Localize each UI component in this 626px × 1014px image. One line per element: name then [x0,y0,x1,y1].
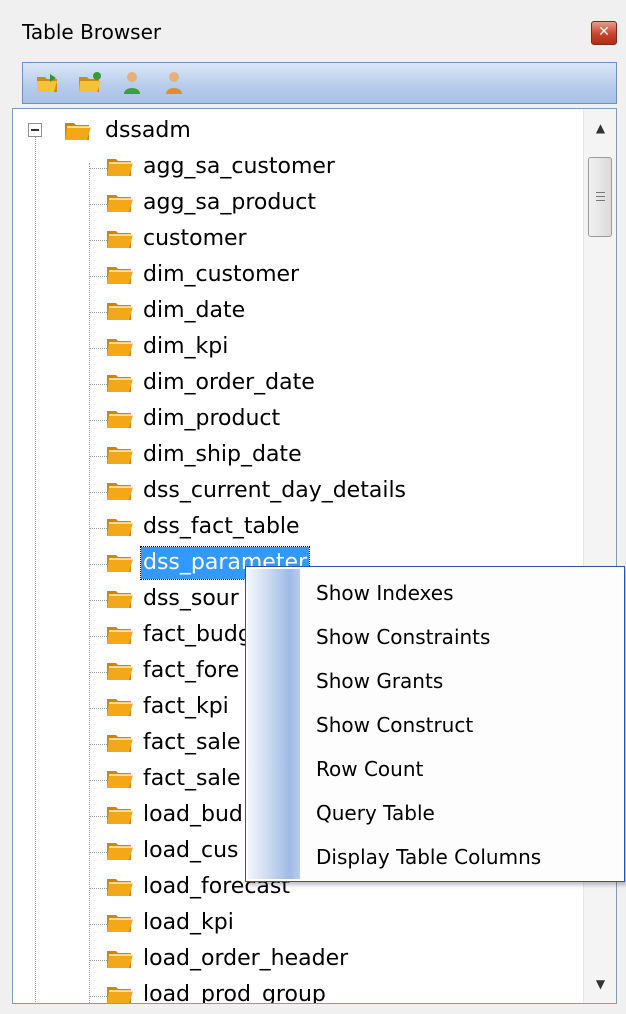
tree-item-label: dss_fact_table [143,514,300,539]
folder-icon [105,981,135,1003]
tree-item-label: dim_kpi [143,334,229,359]
tree-item-label: dss_current_day_details [143,478,407,503]
folder-icon [105,693,135,719]
tree-item[interactable]: load_order_header [89,943,589,977]
folder-icon [105,405,135,431]
collapse-icon[interactable] [28,123,42,137]
tree-item-label: dss_sour [143,586,239,611]
tree-item-label: load_order_header [143,946,349,971]
folder-icon [105,189,135,215]
tree-item-label: dim_customer [143,262,300,287]
scrollbar-thumb[interactable] [588,157,612,237]
folder-open-icon [63,117,93,143]
menu-item[interactable]: Row Count [316,749,423,789]
folder-icon [105,945,135,971]
menu-item[interactable]: Display Table Columns [316,837,541,877]
tree-item[interactable]: load_kpi [89,907,589,941]
folder-icon[interactable] [77,70,103,96]
tree-item[interactable]: dim_order_date [89,367,589,401]
tree-item[interactable]: dss_current_day_details [89,475,589,509]
tree-item-label: load_prod_group [143,982,326,1004]
folder-icon [105,261,135,287]
tree-item[interactable]: dim_kpi [89,331,589,365]
tree-item-label: load_bud [143,802,243,827]
folder-icon [105,729,135,755]
tree-item-label: load_cus [143,838,239,863]
folder-icon [105,621,135,647]
scroll-up-icon[interactable]: ▲ [584,113,616,143]
tree-item-label: fact_budg [143,622,252,647]
tree-item-label: customer [143,226,247,251]
menu-item[interactable]: Show Constraints [316,617,490,657]
folder-icon [105,513,135,539]
tree-item[interactable]: dim_customer [89,259,589,293]
tree-item-label: agg_sa_product [143,190,316,215]
tree-item-label: dim_date [143,298,246,323]
window-title: Table Browser [22,20,162,44]
close-icon: ✕ [598,24,610,40]
folder-icon [105,441,135,467]
menu-item[interactable]: Show Construct [316,705,473,745]
tree-item-label: fact_fore [143,658,240,683]
tree-item-label: dim_ship_date [143,442,302,467]
folder-icon [105,369,135,395]
folder-icon [105,549,135,575]
scroll-down-icon[interactable]: ▼ [584,969,616,999]
menu-item[interactable]: Query Table [316,793,435,833]
folder-icon [105,477,135,503]
folder-icon [105,909,135,935]
folder-icon [105,873,135,899]
tree-item-label: dim_order_date [143,370,315,395]
tree-item-label: load_kpi [143,910,234,935]
tree-item-label: fact_sale [143,766,241,791]
folder-icon [105,657,135,683]
menu-icon-strip [248,569,300,879]
table-browser-window: Table Browser ✕ dssadm agg_sa_customerag… [0,0,626,1014]
tree-item[interactable]: dss_fact_table [89,511,589,545]
tree-item[interactable]: customer [89,223,589,257]
tree-item-label: fact_kpi [143,694,229,719]
tree-root-row[interactable]: dssadm [23,115,423,149]
tree-item[interactable]: dim_ship_date [89,439,589,473]
folder-icon [105,801,135,827]
folder-icon [105,225,135,251]
folder-icon [105,153,135,179]
context-menu: Show Indexes Show Constraints Show Grants S… [245,566,625,882]
tree-item[interactable]: agg_sa_product [89,187,589,221]
tree-item[interactable]: load_prod_group [89,979,589,1004]
toolbar [22,62,617,104]
tree-item[interactable]: dim_product [89,403,589,437]
open-folder-icon[interactable] [35,70,61,96]
tree-item-label: agg_sa_customer [143,154,335,179]
menu-item[interactable]: Show Indexes [316,573,454,613]
folder-icon [105,585,135,611]
menu-item[interactable]: Show Grants [316,661,443,701]
folder-icon [105,297,135,323]
folder-icon [105,765,135,791]
tree-item[interactable]: dim_date [89,295,589,329]
tree-item-label: fact_sale [143,730,241,755]
user-green-icon[interactable] [119,70,145,96]
folder-icon [105,837,135,863]
tree-item[interactable]: agg_sa_customer [89,151,589,185]
tree-root-label: dssadm [105,118,191,143]
folder-icon [105,333,135,359]
user-orange-icon[interactable] [161,70,187,96]
tree-item-label: dim_product [143,406,281,431]
close-button[interactable]: ✕ [591,21,617,45]
